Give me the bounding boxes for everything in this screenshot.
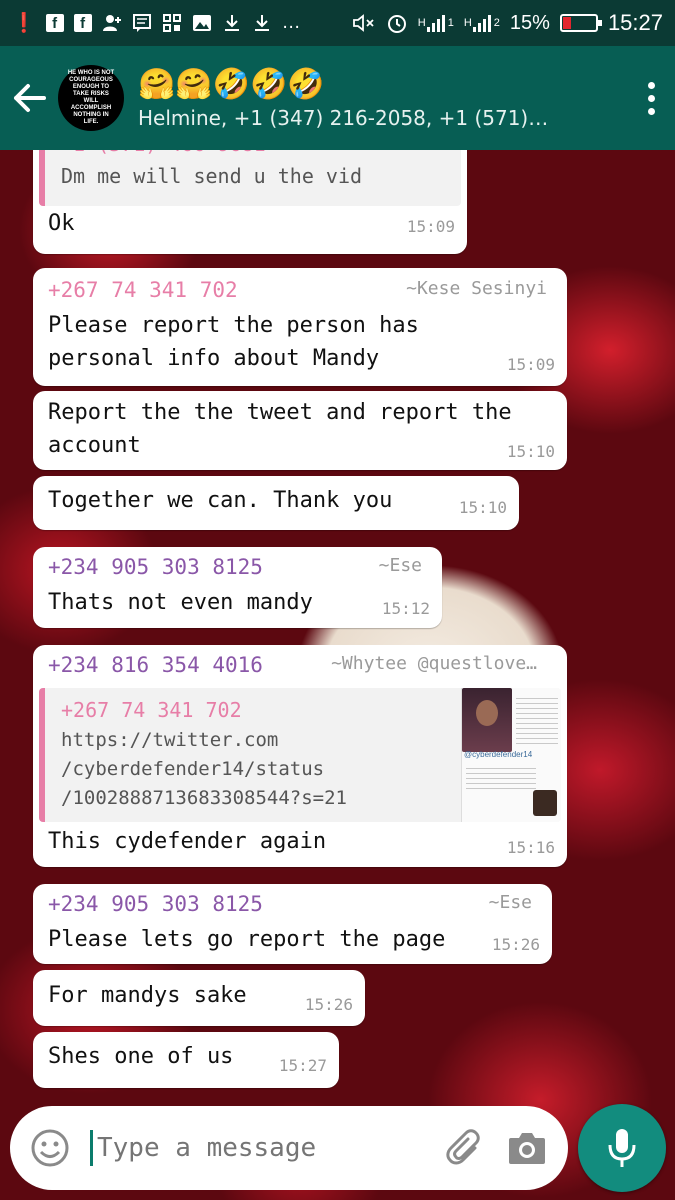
message-bubble[interactable]: For mandys sake 15:26: [33, 970, 365, 1026]
image-icon: [192, 13, 212, 33]
face-shape: [476, 700, 498, 726]
message-text: Report the the tweet and report the acco…: [48, 400, 512, 458]
message-text: This cydefender again: [48, 829, 327, 854]
battery-percent: 15%: [509, 11, 550, 34]
message-time: 15:10: [506, 442, 555, 461]
quoted-thumbnail[interactable]: @cyberdefender14: [461, 688, 561, 822]
profile-photo: [462, 688, 512, 752]
message-text: Please report the person has personal in…: [48, 313, 419, 371]
emoji-button[interactable]: [10, 1106, 90, 1190]
dot-icon: [647, 94, 655, 102]
camera-button[interactable]: [496, 1106, 558, 1190]
sender-alias: ~Whytee @questlove…: [331, 653, 537, 674]
message-text: Please lets go report the page: [48, 927, 446, 952]
thumb-photo-2: [533, 790, 557, 816]
quoted-sender: +1 (571) 466-9681: [61, 150, 266, 156]
download-icon: [222, 13, 242, 33]
sender-alias: ~Ese: [488, 892, 532, 913]
mute-icon: [352, 13, 376, 33]
attach-button[interactable]: [434, 1106, 496, 1190]
back-button[interactable]: [0, 46, 58, 150]
message-bubble[interactable]: Shes one of us 15:27: [33, 1032, 339, 1088]
chat-header: HE WHO IS NOT COURAGEOUS ENOUGH TO TAKE …: [0, 46, 675, 150]
message-composer: [10, 1106, 568, 1190]
arrow-left-icon: [14, 84, 46, 112]
thumb-text-lines-2: [466, 764, 536, 792]
message-time: 15:26: [304, 995, 353, 1014]
group-avatar[interactable]: HE WHO IS NOT COURAGEOUS ENOUGH TO TAKE …: [58, 65, 124, 131]
message-text: Ok: [48, 211, 75, 236]
voice-message-button[interactable]: [578, 1104, 666, 1192]
smiley-icon: [31, 1129, 69, 1167]
message-sender[interactable]: +234 905 303 8125: [48, 555, 263, 579]
quoted-link[interactable]: https://twitter.com /cyberdefender14/sta…: [61, 726, 347, 813]
group-info[interactable]: 🤗🤗🤣🤣🤣 Helmine, +1 (347) 216-2058, +1 (57…: [138, 66, 627, 130]
alarm-icon: [386, 13, 408, 33]
clock: 15:27: [607, 10, 663, 35]
message-time: 15:09: [406, 217, 455, 236]
facebook-icon-2: f: [73, 14, 92, 32]
battery-icon: [559, 14, 602, 32]
message-time: 15:09: [506, 355, 555, 374]
thumb-caption: @cyberdefender14: [464, 750, 533, 759]
message-text: Shes one of us: [48, 1044, 234, 1069]
message-time: 15:16: [506, 838, 555, 857]
message-sender[interactable]: +234 905 303 8125: [48, 892, 263, 916]
message-bubble[interactable]: +1 (571) 466-9681 Dm me will send u the …: [33, 150, 467, 254]
message-bubble[interactable]: +234 905 303 8125 ~Ese Thats not even ma…: [33, 547, 442, 628]
message-icon: [132, 13, 152, 33]
more-notifications-icon: …: [281, 12, 301, 33]
sender-alias: ~Kese Sesinyi: [406, 278, 547, 299]
download-icon-2: [252, 13, 272, 33]
message-bubble[interactable]: Report the the tweet and report the acco…: [33, 391, 567, 470]
message-sender[interactable]: +234 816 354 4016: [48, 653, 263, 677]
sender-alias: ~Ese: [378, 555, 422, 576]
signal-sim1-icon: H 1: [418, 13, 454, 33]
facebook-icon: f: [45, 14, 64, 32]
microphone-icon: [608, 1129, 636, 1167]
message-text: For mandys sake: [48, 983, 247, 1008]
message-input[interactable]: [93, 1133, 434, 1163]
quoted-sender: +267 74 341 702: [61, 698, 242, 722]
chat-area[interactable]: +1 (571) 466-9681 Dm me will send u the …: [0, 150, 675, 1200]
message-bubble[interactable]: +234 816 354 4016 ~Whytee @questlove… +2…: [33, 645, 567, 867]
apps-icon: [162, 13, 182, 33]
thumb-text-lines: [516, 694, 558, 748]
message-time: 15:10: [458, 498, 507, 517]
message-time: 15:27: [278, 1056, 327, 1075]
message-text: Thats not even mandy: [48, 590, 313, 615]
status-bar: ❗ f f … H 1 H 2 15% 15:27: [0, 0, 675, 46]
quoted-text: Dm me will send u the vid: [61, 164, 363, 188]
message-time: 15:26: [491, 935, 540, 954]
message-time: 15:12: [381, 599, 430, 618]
message-bubble[interactable]: +267 74 341 702 ~Kese Sesinyi Please rep…: [33, 268, 567, 386]
group-participants: Helmine, +1 (347) 216-2058, +1 (571)…: [138, 106, 549, 130]
quoted-message[interactable]: +1 (571) 466-9681 Dm me will send u the …: [39, 150, 461, 206]
paperclip-icon: [446, 1129, 480, 1165]
alert-icon: ❗: [12, 13, 36, 34]
message-sender[interactable]: +267 74 341 702: [48, 278, 238, 302]
message-text: Together we can. Thank you: [48, 488, 393, 513]
message-bubble[interactable]: +234 905 303 8125 ~Ese Please lets go re…: [33, 884, 552, 964]
more-options-button[interactable]: [627, 46, 675, 150]
signal-sim2-icon: H 2: [464, 13, 500, 33]
camera-icon: [509, 1133, 545, 1164]
message-bubble[interactable]: Together we can. Thank you 15:10: [33, 476, 519, 530]
quoted-message[interactable]: +267 74 341 702 https://twitter.com /cyb…: [39, 688, 561, 822]
dot-icon: [647, 107, 655, 115]
dot-icon: [647, 81, 655, 89]
add-contact-icon: [102, 13, 122, 33]
group-title: 🤗🤗🤣🤣🤣: [138, 67, 325, 102]
